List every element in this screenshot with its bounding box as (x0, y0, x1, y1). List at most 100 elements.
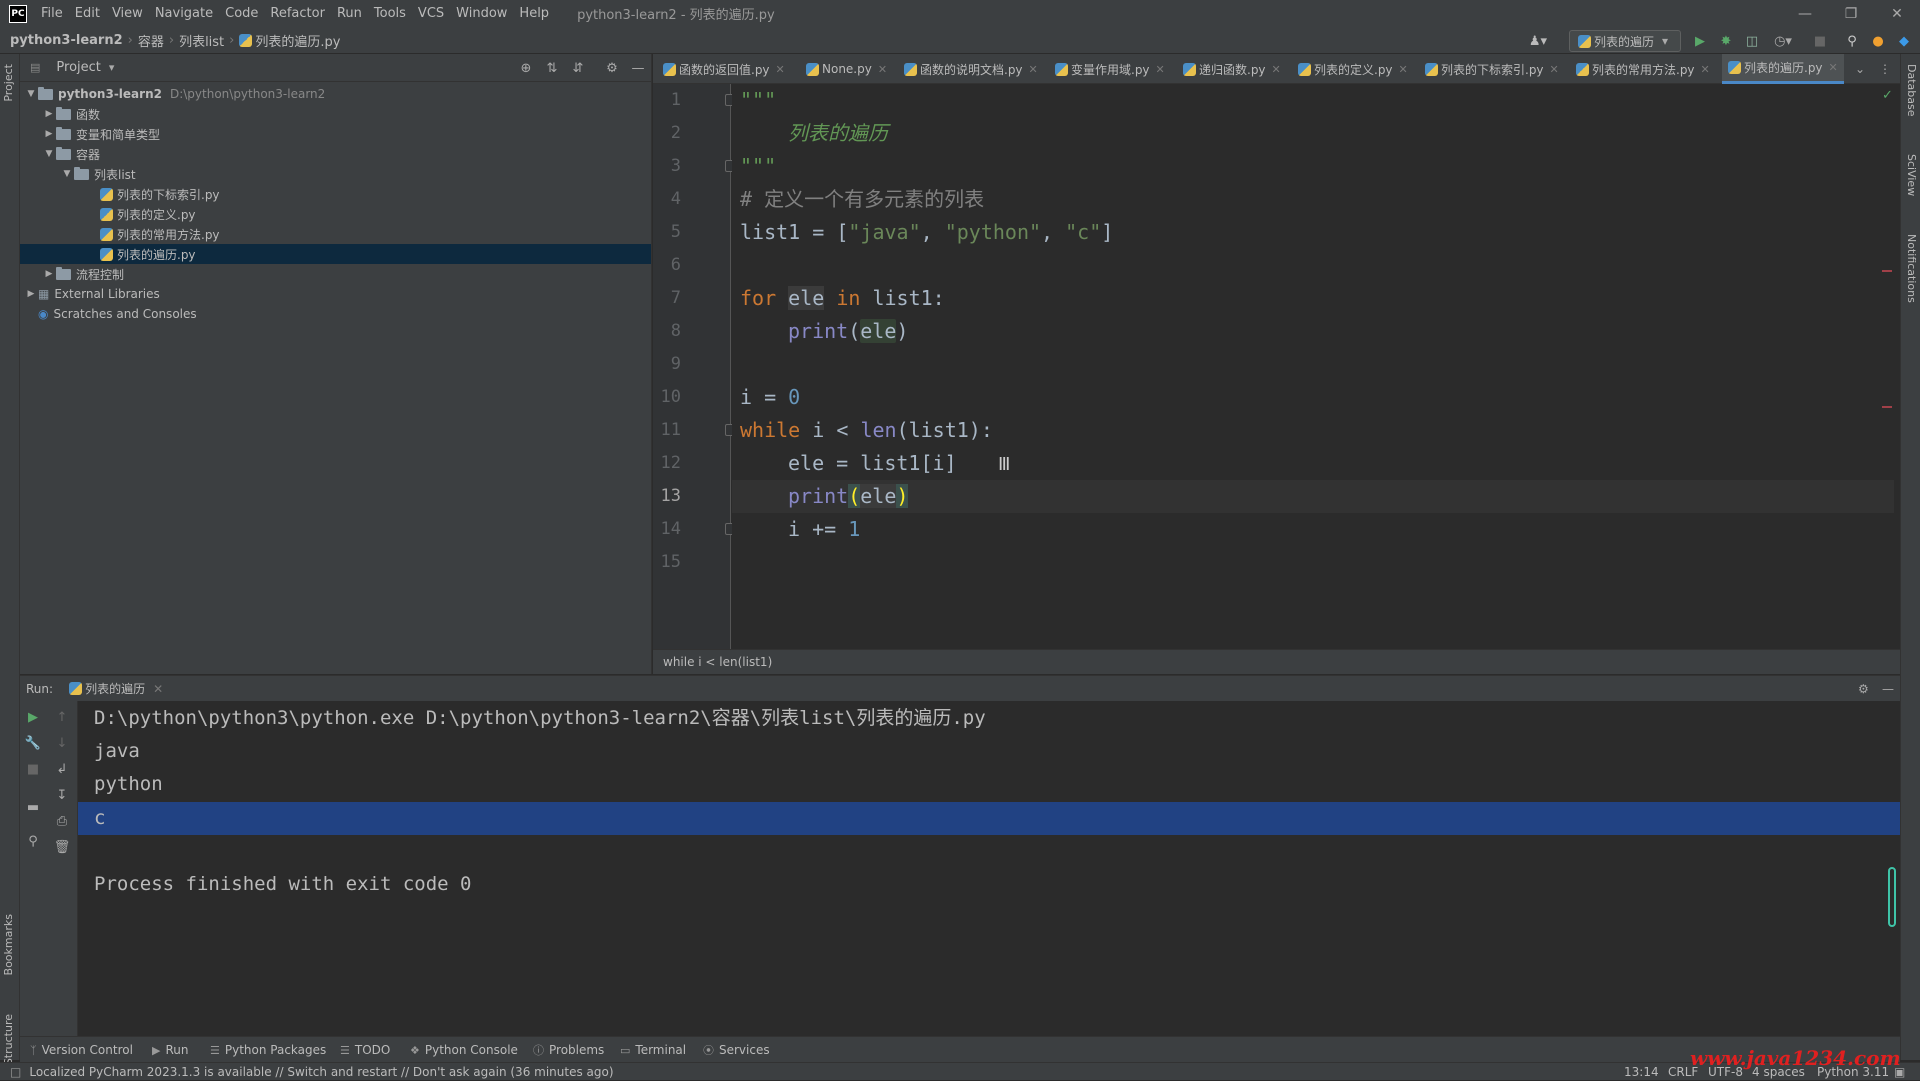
breadcrumb-project[interactable]: python3-learn2 (10, 33, 123, 48)
tree-item-scratches[interactable]: ◉ Scratches and Consoles (20, 304, 651, 324)
search-icon[interactable]: ⚲ (1842, 31, 1862, 51)
editor-tab[interactable]: None.py ✕ (806, 54, 887, 84)
chevron-right-icon[interactable]: ▶ (42, 129, 56, 139)
tree-item-file-selected[interactable]: 列表的遍历.py (20, 244, 651, 264)
collapse-all-icon[interactable]: ⇵ (569, 59, 587, 77)
editor-tab[interactable]: 函数的返回值.py ✕ (663, 54, 785, 84)
menu-tools[interactable]: Tools (368, 6, 412, 21)
error-stripe-marker[interactable] (1882, 406, 1892, 408)
run-config-selector[interactable]: 列表的遍历 ▾ (1569, 30, 1681, 52)
down-arrow-icon[interactable]: ↓ (52, 733, 72, 753)
breadcrumb-file[interactable]: 列表的遍历.py (255, 31, 340, 50)
close-icon[interactable]: ✕ (878, 63, 887, 76)
editor-tab[interactable]: 变量作用域.py ✕ (1055, 54, 1165, 84)
close-icon[interactable]: ✕ (1399, 63, 1408, 76)
close-icon[interactable]: ✕ (1550, 63, 1559, 76)
breadcrumb-scope[interactable]: while i < len(list1) (663, 655, 772, 669)
tool-todo[interactable]: ☰ TODO (340, 1037, 390, 1063)
print-icon[interactable]: ⎙ (52, 811, 72, 831)
tree-item-folder[interactable]: ▼ 列表list (20, 164, 651, 184)
menu-file[interactable]: File (35, 6, 69, 21)
code-editor[interactable]: """ 列表的遍历 """ # 定义一个有多元素的列表 list1 = ["ja… (732, 84, 1894, 649)
tool-python-packages[interactable]: ☰ Python Packages (210, 1037, 326, 1063)
structure-tool-button[interactable]: Structure (2, 1014, 15, 1065)
editor-tab[interactable]: 列表的常用方法.py ✕ (1576, 54, 1710, 84)
tree-item-external-libraries[interactable]: ▶ ▦ External Libraries (20, 284, 651, 304)
close-icon[interactable]: ✕ (1829, 61, 1838, 74)
editor-tab[interactable]: 列表的定义.py ✕ (1298, 54, 1408, 84)
tree-item-project-root[interactable]: ▼ python3-learn2 D:\python\python3-learn… (20, 84, 651, 104)
stop-icon[interactable]: ■ (1810, 31, 1830, 51)
chevron-right-icon[interactable]: ▶ (42, 109, 56, 119)
rerun-icon[interactable]: ▶ (23, 707, 43, 727)
coverage-icon[interactable]: ◫ (1742, 31, 1762, 51)
editor-tab[interactable]: 列表的下标索引.py ✕ (1425, 54, 1559, 84)
project-tool-button[interactable]: Project (2, 64, 15, 102)
chevron-down-icon[interactable]: ▼ (60, 169, 74, 179)
tree-item-folder[interactable]: ▶ 函数 (20, 104, 651, 124)
tool-problems[interactable]: ⓘ Problems (533, 1037, 604, 1063)
editor-tab[interactable]: 递归函数.py ✕ (1183, 54, 1281, 84)
scroll-to-end-icon[interactable]: ↧ (52, 785, 72, 805)
run-icon[interactable]: ▶ (1690, 31, 1710, 51)
expand-all-icon[interactable]: ⇅ (543, 59, 561, 77)
locate-icon[interactable]: ⊕ (517, 59, 535, 77)
close-icon[interactable]: ✕ (1701, 63, 1710, 76)
menu-refactor[interactable]: Refactor (264, 6, 331, 21)
tabs-overflow-chevron-icon[interactable]: ⌄ (1855, 54, 1865, 84)
tool-run[interactable]: ▶ Run (152, 1037, 188, 1063)
menu-edit[interactable]: Edit (69, 6, 106, 21)
menu-help[interactable]: Help (513, 6, 555, 21)
stop-icon[interactable]: ■ (23, 759, 43, 779)
menu-vcs[interactable]: VCS (412, 6, 450, 21)
chevron-down-icon[interactable]: ▾ (109, 61, 115, 74)
layout-icon[interactable]: ▬ (23, 797, 43, 817)
tree-item-file[interactable]: 列表的下标索引.py (20, 184, 651, 204)
breadcrumb-subfolder[interactable]: 列表list (179, 31, 224, 50)
tree-item-folder[interactable]: ▶ 变量和简单类型 (20, 124, 651, 144)
console-scrollbar[interactable] (1888, 867, 1896, 927)
close-button[interactable]: ✕ (1874, 0, 1920, 27)
chevron-right-icon[interactable]: ▶ (42, 269, 56, 279)
menu-window[interactable]: Window (450, 6, 513, 21)
run-tab[interactable]: 列表的遍历 ✕ (69, 680, 163, 697)
hide-icon[interactable]: — (1882, 682, 1894, 696)
close-icon[interactable]: ✕ (1156, 63, 1165, 76)
gear-icon[interactable]: ⚙ (603, 59, 621, 77)
restore-button[interactable]: ❐ (1828, 0, 1874, 27)
chevron-down-icon[interactable]: ▼ (42, 149, 56, 159)
tool-version-control[interactable]: ᛉ Version Control (30, 1037, 133, 1063)
tool-python-console[interactable]: ❖ Python Console (410, 1037, 518, 1063)
notifications-tool-button[interactable]: Notifications (1905, 234, 1918, 303)
up-arrow-icon[interactable]: ↑ (52, 707, 72, 727)
trash-icon[interactable]: 🗑 (52, 837, 72, 857)
breadcrumb-folder[interactable]: 容器 (138, 31, 164, 50)
project-panel-title[interactable]: Project (56, 60, 100, 75)
editor-tab[interactable]: 函数的说明文档.py ✕ (904, 54, 1038, 84)
minimize-button[interactable]: — (1782, 0, 1828, 27)
bookmarks-tool-button[interactable]: Bookmarks (2, 914, 15, 975)
tree-item-file[interactable]: 列表的常用方法.py (20, 224, 651, 244)
gear-icon[interactable]: ⚙ (1858, 682, 1869, 696)
tool-terminal[interactable]: ▭ Terminal (620, 1037, 686, 1063)
pin-icon[interactable]: ⚲ (23, 831, 43, 851)
close-icon[interactable]: ✕ (1029, 63, 1038, 76)
chevron-right-icon[interactable]: ▶ (24, 289, 38, 299)
sciview-tool-button[interactable]: SciView (1905, 154, 1918, 196)
error-stripe-marker[interactable] (1882, 270, 1892, 272)
run-console[interactable]: D:\python\python3\python.exe D:\python\p… (78, 701, 1900, 1036)
tool-services[interactable]: ⦿ Services (703, 1037, 770, 1063)
more-options-icon[interactable]: ⋮ (1879, 54, 1891, 84)
status-notification[interactable]: □ Localized PyCharm 2023.1.3 is available… (10, 1063, 614, 1081)
profile-icon[interactable]: ◷▾ (1768, 31, 1798, 51)
close-icon[interactable]: ✕ (776, 63, 785, 76)
wrench-icon[interactable]: 🔧 (23, 733, 43, 753)
menu-run[interactable]: Run (331, 6, 368, 21)
menu-code[interactable]: Code (219, 6, 264, 21)
hide-icon[interactable]: — (629, 59, 647, 77)
close-icon[interactable]: ✕ (1272, 63, 1281, 76)
menu-navigate[interactable]: Navigate (149, 6, 219, 21)
soft-wrap-icon[interactable]: ↲ (52, 759, 72, 779)
debug-icon[interactable]: ✸ (1716, 31, 1736, 51)
tree-item-folder[interactable]: ▶ 流程控制 (20, 264, 651, 284)
